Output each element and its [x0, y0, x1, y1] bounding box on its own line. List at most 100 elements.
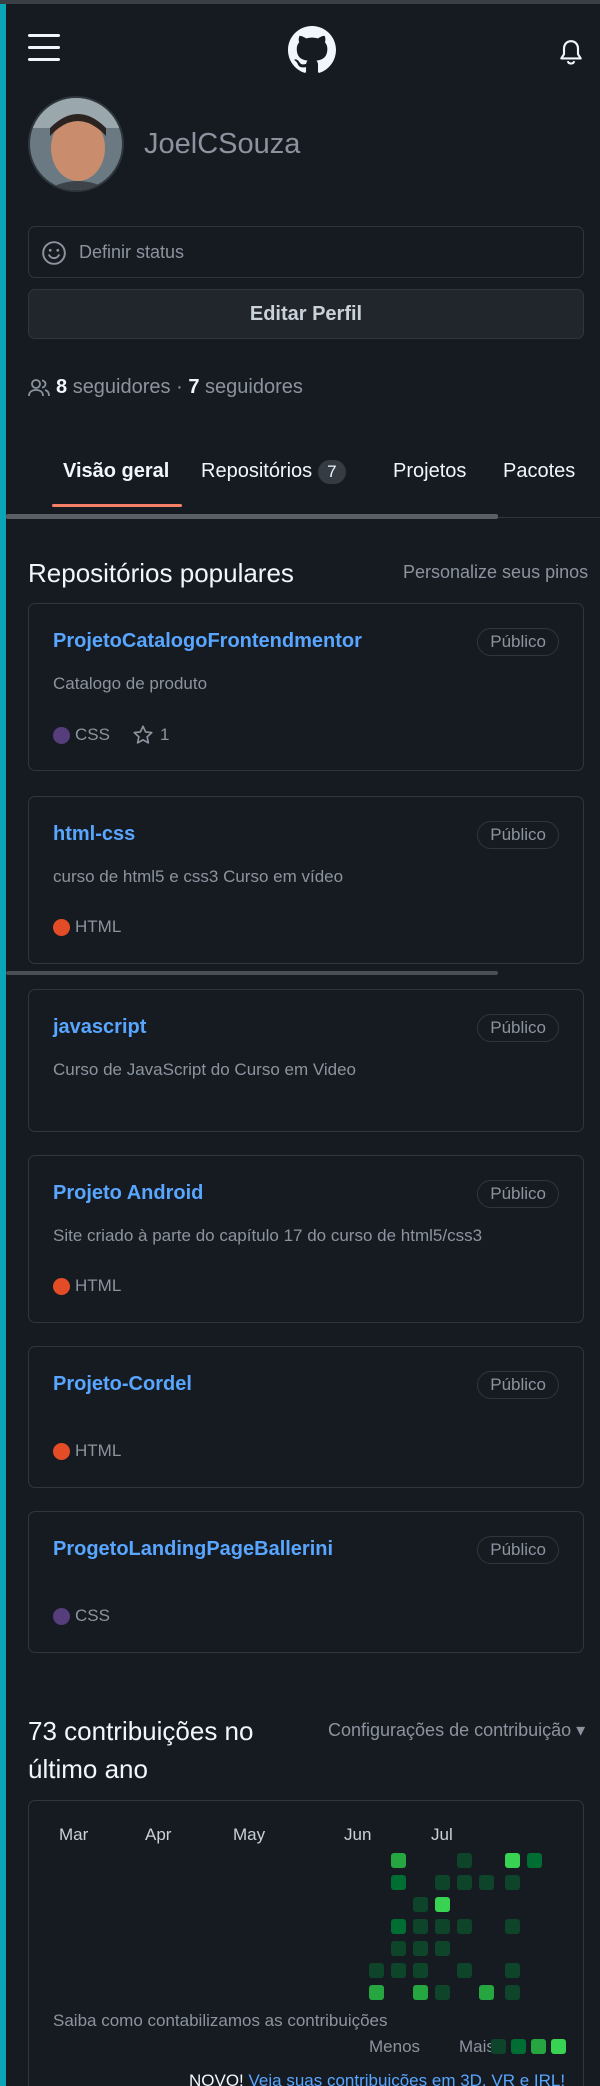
repo-language: CSS	[75, 725, 110, 744]
contribution-day[interactable]	[505, 1875, 520, 1890]
legend: Menos Mais	[369, 2037, 495, 2057]
following-label[interactable]: seguidores	[205, 376, 303, 399]
contribution-day[interactable]	[369, 1963, 384, 1978]
visibility-badge: Público	[477, 821, 559, 849]
legend-cell	[511, 2039, 526, 2054]
stars-link[interactable]: 1	[132, 724, 169, 746]
app-header	[6, 4, 600, 94]
repositories-count-badge: 7	[318, 460, 346, 484]
username: JoelCSouza	[144, 128, 301, 160]
active-tab-indicator	[52, 504, 182, 507]
following-count[interactable]: 7	[188, 376, 199, 399]
repo-description: curso de html5 e css3 Curso em vídeo	[53, 867, 344, 886]
hamburger-icon[interactable]	[28, 34, 60, 62]
language-color-dot	[53, 1277, 70, 1295]
repo-name-link[interactable]: Projeto-Cordel	[53, 1373, 192, 1396]
bell-icon[interactable]	[558, 38, 584, 66]
language-color-dot	[53, 1607, 70, 1625]
tab-repositories[interactable]: Repositórios 7	[201, 460, 346, 484]
contribution-day[interactable]	[435, 1985, 450, 2000]
contribution-day[interactable]	[369, 1985, 384, 2000]
smiley-icon	[42, 241, 66, 265]
contribution-day[interactable]	[479, 1985, 494, 2000]
set-status-button[interactable]: Definir status	[28, 226, 584, 278]
repo-meta: HTML	[53, 917, 121, 937]
repo-language: HTML	[75, 917, 122, 936]
repo-language: HTML	[75, 1276, 122, 1295]
popular-repos-title: Repositórios populares	[28, 558, 294, 588]
status-label: Definir status	[79, 242, 185, 262]
contribution-day[interactable]	[457, 1853, 472, 1868]
repo-name-link[interactable]: ProjetoCatalogoFrontendmentor	[53, 630, 362, 653]
contribution-day[interactable]	[413, 1985, 428, 2000]
legend-cell	[551, 2039, 566, 2054]
customize-pins-link[interactable]: Personalize seus pinos	[403, 562, 588, 583]
contribution-day[interactable]	[391, 1941, 406, 1956]
language-color-dot	[53, 726, 70, 744]
star-icon	[133, 725, 153, 744]
contribution-day[interactable]	[505, 1919, 520, 1934]
repo-language: CSS	[75, 1606, 110, 1625]
visibility-badge: Público	[477, 1014, 559, 1042]
contribution-day[interactable]	[435, 1919, 450, 1934]
repo-description: Curso de JavaScript do Curso em Video	[53, 1060, 357, 1079]
legend-less: Menos	[369, 2037, 421, 2056]
edit-profile-button[interactable]: Editar Perfil	[28, 289, 584, 339]
news-link[interactable]: Veja suas contribuições em 3D, VR e IRL!	[249, 2071, 566, 2086]
repo-card: ProjetoCatalogoFrontendmentor Público Ca…	[28, 603, 584, 771]
contribution-day[interactable]	[457, 1919, 472, 1934]
tab-packages[interactable]: Pacotes	[503, 460, 575, 483]
contribution-day[interactable]	[413, 1919, 428, 1934]
repo-name-link[interactable]: javascript	[53, 1016, 146, 1039]
profile-tabs: Visão geral Repositórios 7 Projetos Pacot…	[6, 444, 600, 512]
contribution-day[interactable]	[457, 1875, 472, 1890]
repo-name-link[interactable]: html-css	[53, 823, 135, 846]
contribution-day[interactable]	[527, 1853, 542, 1868]
contribution-day[interactable]	[391, 1875, 406, 1890]
repo-card: ProgetoLandingPageBallerini Público CSS	[28, 1511, 584, 1653]
contribution-day[interactable]	[457, 1963, 472, 1978]
visibility-badge: Público	[477, 1180, 559, 1208]
contribution-day[interactable]	[413, 1941, 428, 1956]
contribution-settings-dropdown[interactable]: Configurações de contribuição ▾	[328, 1720, 585, 1741]
tab-repositories-label: Repositórios	[201, 460, 313, 482]
repo-meta: HTML	[53, 1276, 121, 1296]
contribution-day[interactable]	[413, 1963, 428, 1978]
month-label: Jul	[431, 1825, 453, 1844]
tabs-scrollbar[interactable]	[6, 514, 498, 519]
repo-name-link[interactable]: ProgetoLandingPageBallerini	[53, 1538, 333, 1561]
repo-card: html-css Público curso de html5 e css3 C…	[28, 796, 584, 964]
contribution-day[interactable]	[505, 1985, 520, 2000]
contribution-day[interactable]	[505, 1853, 520, 1868]
news-banner: NOVO! Veja suas contribuições em 3D, VR …	[189, 2071, 565, 2086]
contribution-day[interactable]	[391, 1963, 406, 1978]
news-prefix: NOVO!	[189, 2071, 244, 2086]
github-logo-icon[interactable]	[288, 26, 336, 74]
learn-contributions-link[interactable]: Saiba como contabilizamos as contribuiçõ…	[53, 2011, 388, 2031]
repo-meta: CSS 1	[53, 724, 169, 746]
followers-count[interactable]: 8	[56, 376, 67, 399]
contribution-day[interactable]	[479, 1875, 494, 1890]
people-icon	[28, 378, 50, 396]
tab-overview[interactable]: Visão geral	[63, 460, 169, 483]
contribution-day[interactable]	[435, 1897, 450, 1912]
page-scroll-divider	[6, 971, 498, 975]
repo-language: HTML	[75, 1441, 122, 1460]
month-label: May	[233, 1825, 266, 1844]
month-label: Mar	[59, 1825, 89, 1844]
repo-description: Site criado à parte do capítulo 17 do cu…	[53, 1226, 483, 1245]
contribution-day[interactable]	[435, 1875, 450, 1890]
contribution-day[interactable]	[391, 1853, 406, 1868]
contribution-day[interactable]	[391, 1919, 406, 1934]
language-color-dot	[53, 918, 70, 936]
avatar[interactable]	[28, 96, 124, 192]
visibility-badge: Público	[477, 1536, 559, 1564]
month-label: Jun	[344, 1825, 372, 1844]
contribution-day[interactable]	[505, 1963, 520, 1978]
legend-cell	[531, 2039, 546, 2054]
tab-projects[interactable]: Projetos	[393, 460, 466, 483]
followers-label[interactable]: seguidores	[73, 376, 171, 399]
contribution-day[interactable]	[435, 1941, 450, 1956]
contribution-day[interactable]	[413, 1897, 428, 1912]
repo-name-link[interactable]: Projeto Android	[53, 1182, 203, 1205]
